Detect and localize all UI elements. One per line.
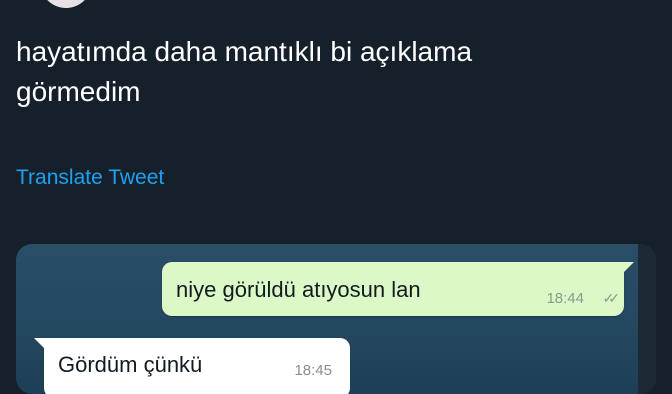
message-time: 18:44 xyxy=(546,290,584,307)
message-text: niye görüldü atıyosun lan xyxy=(176,277,421,302)
double-check-icon: ✓✓ xyxy=(602,290,621,306)
message-text: Gördüm çünkü xyxy=(58,352,203,377)
tweet-text: hayatımda daha mantıklı bi açıklama görm… xyxy=(16,36,473,107)
incoming-message-bubble: Gördüm çünkü 18:45 xyxy=(34,338,350,394)
tweet-media-image[interactable]: niye görüldü atıyosun lan 18:44 ✓✓ Gördü… xyxy=(16,244,656,394)
media-edge xyxy=(638,244,656,394)
message-time: 18:45 xyxy=(294,362,332,379)
translate-tweet-link[interactable]: Translate Tweet xyxy=(16,164,164,192)
outgoing-message-bubble: niye görüldü atıyosun lan 18:44 ✓✓ xyxy=(162,262,634,316)
user-avatar[interactable] xyxy=(40,0,92,8)
